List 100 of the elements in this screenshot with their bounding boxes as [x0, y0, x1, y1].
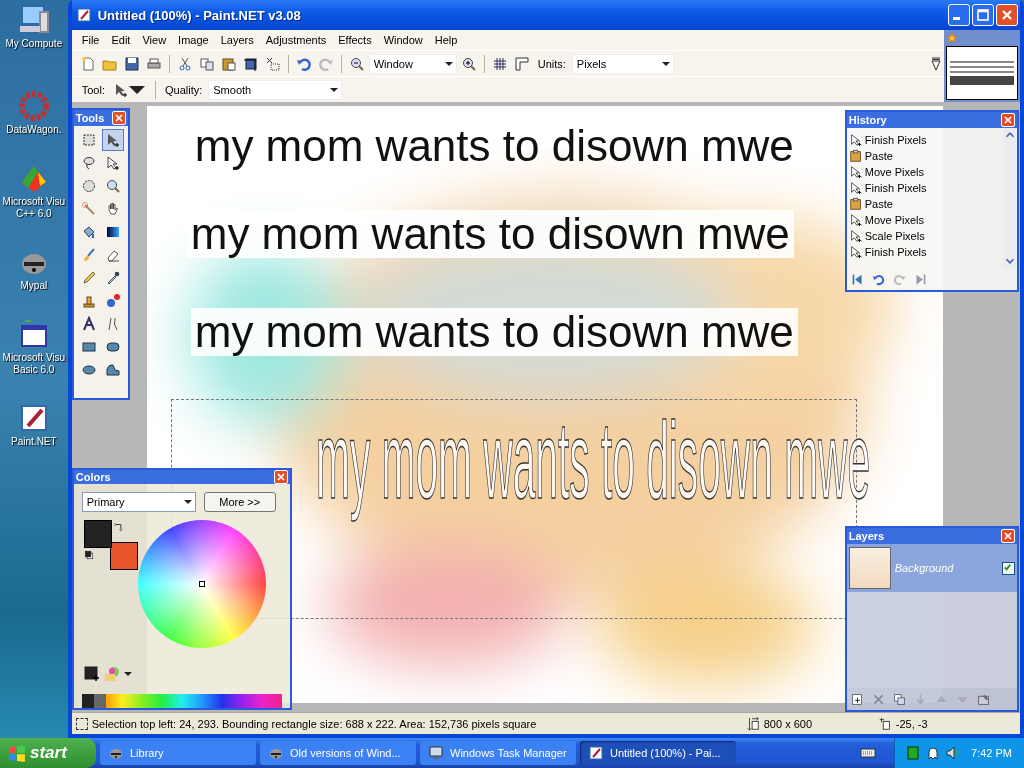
- desktop-icon-label[interactable]: Mypal: [20, 280, 48, 292]
- minimize-icon: [953, 17, 960, 20]
- units-dropdown[interactable]: Pixels: [571, 53, 674, 74]
- menu-item[interactable]: File: [75, 34, 106, 46]
- history-item[interactable]: Finish Pixels: [848, 132, 1001, 148]
- clock: 7:42 PM: [971, 747, 1012, 759]
- taskbar-button[interactable]: Old versions of Wind...: [260, 741, 416, 765]
- color-mode-dropdown[interactable]: Primary: [81, 492, 196, 512]
- menu-item[interactable]: Help: [428, 34, 464, 46]
- first-step-icon[interactable]: [850, 272, 864, 286]
- caret-icon: [183, 498, 192, 506]
- monitor-icon: [428, 745, 444, 761]
- quality-label: Quality:: [164, 83, 204, 96]
- chevron-menu-icon[interactable]: [928, 55, 944, 72]
- menu-item[interactable]: Layers: [214, 34, 260, 46]
- cursor-position: -25, -3: [895, 717, 929, 730]
- menu-item[interactable]: Image: [172, 34, 215, 46]
- caret-icon: [661, 59, 670, 68]
- keyboard-icon[interactable]: [860, 745, 877, 761]
- canvas-text: my mom wants to disown mwe: [190, 308, 798, 356]
- rectangle-icon: [80, 339, 97, 355]
- secondary-color-swatch[interactable]: [109, 542, 138, 570]
- desktop-icon-label[interactable]: My Compute: [5, 38, 63, 50]
- desktop-icon-label[interactable]: DataWagon.: [6, 124, 62, 136]
- canvas-text: my mom wants to disown mwe: [194, 122, 794, 170]
- close-button[interactable]: [111, 111, 126, 125]
- taskbar-button[interactable]: Windows Task Manager: [420, 741, 576, 765]
- printer-icon: [145, 55, 162, 72]
- minimize-button[interactable]: [948, 4, 970, 26]
- pencil-icon: [80, 270, 97, 286]
- taskbar-button[interactable]: Untitled (100%) - Pai...: [580, 741, 736, 765]
- units-label: Units:: [536, 57, 567, 70]
- image-thumbnail[interactable]: [946, 46, 1018, 100]
- scissors-icon: [176, 55, 193, 72]
- menu-item[interactable]: Window: [377, 34, 429, 46]
- scrollbar[interactable]: [1002, 128, 1017, 268]
- close-icon: [112, 112, 125, 124]
- color-palette[interactable]: [81, 694, 282, 708]
- properties-icon[interactable]: [976, 692, 990, 706]
- close-icon: [1001, 530, 1014, 542]
- layer-name: Background: [894, 562, 955, 574]
- last-step-icon[interactable]: [913, 272, 927, 286]
- close-button[interactable]: [1000, 529, 1015, 543]
- selection-info: Selection top left: 24, 293. Bounding rectangle size: 688 x 222. Area: 152,736 pixels square: [91, 717, 538, 730]
- add-layer-icon[interactable]: [850, 692, 864, 706]
- ellipse-icon: [80, 362, 97, 378]
- paste-icon: [220, 55, 237, 72]
- history-item[interactable]: Move Pixels: [848, 212, 1001, 228]
- arrow-icon: [848, 165, 863, 179]
- zoom-dropdown[interactable]: Window: [368, 53, 457, 74]
- duplicate-icon[interactable]: [892, 692, 906, 706]
- history-item[interactable]: Paste: [848, 148, 1001, 164]
- more-button[interactable]: More >>: [203, 492, 276, 512]
- desktop-icon-label[interactable]: Paint.NET: [11, 436, 57, 448]
- taskbar-button[interactable]: Library: [100, 741, 256, 765]
- caret-icon[interactable]: [123, 670, 132, 678]
- quality-dropdown[interactable]: Smooth: [208, 79, 343, 100]
- paint-window-icon: [588, 745, 604, 761]
- arrow-icon: [848, 213, 863, 227]
- desktop-icon-label[interactable]: Microsoft Visu Basic 6.0: [2, 352, 66, 376]
- layer-thumbnail: [848, 547, 891, 589]
- reset-colors-icon[interactable]: [83, 550, 94, 560]
- undo-icon[interactable]: [871, 272, 885, 286]
- desktop-icon-label[interactable]: Microsoft Visu C++ 6.0: [2, 196, 66, 220]
- history-item[interactable]: Scale Pixels: [848, 228, 1001, 244]
- caret-icon: [330, 85, 339, 94]
- visibility-checkbox[interactable]: [1001, 561, 1015, 575]
- close-button[interactable]: [996, 4, 1018, 26]
- save-icon: [123, 55, 140, 72]
- add-color-icon[interactable]: [83, 666, 100, 682]
- history-item[interactable]: Finish Pixels: [848, 244, 1001, 260]
- menu-item[interactable]: Adjustments: [259, 34, 333, 46]
- swap-arrows-icon[interactable]: [113, 522, 124, 532]
- history-item[interactable]: Finish Pixels: [848, 180, 1001, 196]
- computer-icon[interactable]: [17, 4, 50, 36]
- deselect-icon: [264, 55, 281, 72]
- primary-color-swatch[interactable]: [83, 520, 112, 548]
- caret-icon: [444, 59, 453, 68]
- tool-button[interactable]: [101, 129, 124, 151]
- close-button[interactable]: [273, 470, 288, 484]
- paint-window-icon: [75, 7, 92, 23]
- panel-title: Layers: [848, 530, 885, 542]
- arrow-icon: [848, 245, 863, 259]
- menu-item[interactable]: View: [136, 34, 173, 46]
- menu-item[interactable]: Edit: [105, 34, 137, 46]
- close-button[interactable]: [1000, 113, 1015, 127]
- close-icon: [1001, 114, 1014, 126]
- text-tool-icon: [80, 316, 97, 332]
- maximize-button[interactable]: [972, 4, 994, 26]
- image-size: 800 x 600: [763, 717, 814, 730]
- history-item[interactable]: Paste: [848, 196, 1001, 212]
- window-title: Untitled (100%) - Paint.NET v3.08: [97, 7, 301, 23]
- menu-item[interactable]: Effects: [332, 34, 378, 46]
- checkmark-icon: [1002, 562, 1012, 572]
- selection-icon: [75, 717, 88, 730]
- stamp-icon: [80, 293, 97, 309]
- star-icon[interactable]: [946, 32, 958, 44]
- freeform-shape-icon: [104, 362, 121, 378]
- history-item[interactable]: Move Pixels: [848, 164, 1001, 180]
- tool-label: Tool:: [80, 83, 106, 96]
